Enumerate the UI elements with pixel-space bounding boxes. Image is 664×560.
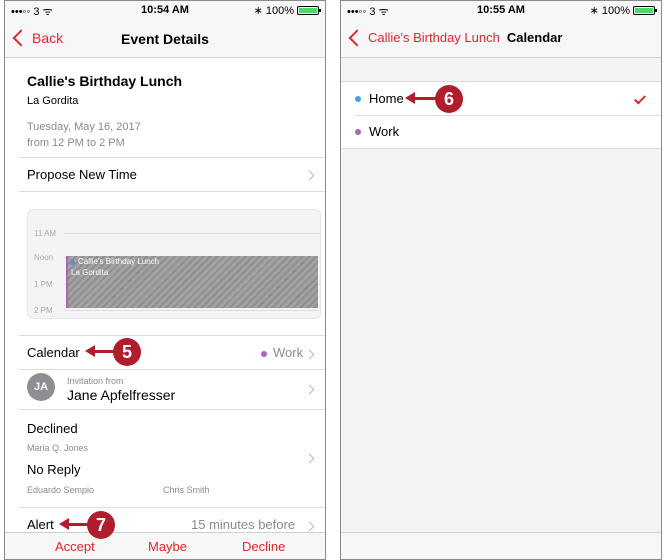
- navigation-bar: Callie's Birthday Lunch Calendar: [341, 21, 661, 58]
- battery-icon: [297, 6, 321, 15]
- navigation-bar: Back Event Details: [5, 21, 325, 58]
- bluetooth-icon: ∗: [589, 5, 599, 17]
- divider: [19, 157, 325, 158]
- event-details-screen: •••◦◦ 3 ᯤ 10:54 AM ∗ 100% Back Event Det…: [4, 0, 326, 560]
- chevron-right-icon: [304, 453, 315, 464]
- event-block: Callie's Birthday Lunch La Gordita: [66, 256, 318, 308]
- back-label: Callie's Birthday Lunch: [368, 30, 500, 45]
- hour-line: [64, 310, 320, 311]
- calendar-option-label: Home: [369, 91, 404, 106]
- status-bar: •••◦◦ 3 ᯤ 10:54 AM ∗ 100%: [5, 1, 325, 21]
- checkmark-icon: [633, 92, 647, 105]
- propose-new-time-label: Propose New Time: [27, 167, 137, 182]
- callout-badge: 6: [435, 85, 463, 113]
- day-view-preview: 11 AM Noon 1 PM 2 PM Callie's Birthday L…: [27, 209, 321, 319]
- calendar-option-home[interactable]: Home: [341, 82, 661, 115]
- maybe-button[interactable]: Maybe: [148, 539, 187, 554]
- calendar-list: Home Work: [341, 81, 661, 149]
- hour-label: 2 PM: [34, 306, 53, 315]
- calendar-picker-screen: •••◦◦ 3 ᯤ 10:55 AM ∗ 100% Callie's Birth…: [340, 0, 662, 560]
- chevron-right-icon: [304, 521, 315, 532]
- status-right: ∗ 100%: [253, 4, 321, 17]
- battery-percent: 100%: [265, 4, 294, 17]
- callout-badge: 7: [87, 511, 115, 539]
- divider: [19, 507, 325, 508]
- work-calendar-dot-icon: [355, 129, 361, 135]
- event-dot-icon: [70, 260, 75, 265]
- back-button[interactable]: Callie's Birthday Lunch Calendar: [347, 29, 563, 46]
- bluetooth-icon: ∗: [253, 5, 263, 17]
- declined-label: Declined: [27, 421, 78, 436]
- work-calendar-dot-icon: [261, 351, 267, 357]
- divider: [19, 335, 325, 336]
- declined-person: Maria Q. Jones: [27, 443, 89, 453]
- divider: [19, 409, 325, 410]
- invitation-caption: Invitation from: [67, 376, 124, 386]
- bottom-toolbar: [341, 532, 661, 559]
- battery-icon: [633, 6, 657, 15]
- event-location: La Gordita: [27, 95, 79, 107]
- organizer-name: Jane Apfelfresser: [67, 387, 176, 403]
- hour-label: 1 PM: [34, 280, 53, 289]
- hour-label: Noon: [34, 253, 54, 262]
- page-title: Calendar: [506, 30, 563, 45]
- chevron-right-icon: [304, 170, 315, 181]
- accept-button[interactable]: Accept: [55, 539, 95, 554]
- chevron-left-icon: [348, 29, 366, 46]
- calendar-value: Work: [273, 345, 304, 360]
- response-toolbar: Accept Maybe Decline: [5, 532, 325, 559]
- calendar-option-work[interactable]: Work: [341, 116, 661, 148]
- event-date: Tuesday, May 16, 2017: [27, 121, 141, 133]
- divider: [19, 369, 325, 370]
- event-time: from 12 PM to 2 PM: [27, 137, 125, 149]
- decline-button[interactable]: Decline: [242, 539, 285, 554]
- battery-percent: 100%: [601, 4, 630, 17]
- calendar-label: Calendar: [27, 345, 80, 360]
- calendar-option-label: Work: [369, 124, 400, 139]
- chevron-right-icon: [304, 384, 315, 395]
- status-bar: •••◦◦ 3 ᯤ 10:55 AM ∗ 100%: [341, 1, 661, 21]
- alert-label: Alert: [27, 517, 54, 532]
- event-title: Callie's Birthday Lunch: [27, 73, 183, 89]
- callout-badge: 5: [113, 338, 141, 366]
- divider: [19, 191, 325, 192]
- avatar: JA: [27, 373, 55, 401]
- status-right: ∗ 100%: [589, 4, 657, 17]
- event-block-location: La Gordita: [71, 268, 109, 277]
- chevron-right-icon: [304, 349, 315, 360]
- no-reply-person: Eduardo Sempio: [27, 485, 95, 495]
- page-title: Event Details: [121, 31, 209, 47]
- event-block-title: Callie's Birthday Lunch: [78, 257, 160, 266]
- home-calendar-dot-icon: [355, 96, 361, 102]
- hour-line: [64, 233, 320, 234]
- no-reply-person: Chris Smith: [163, 485, 210, 495]
- hour-label: 11 AM: [34, 229, 57, 238]
- alert-value: 15 minutes before: [191, 517, 296, 532]
- no-reply-label: No Reply: [27, 462, 81, 477]
